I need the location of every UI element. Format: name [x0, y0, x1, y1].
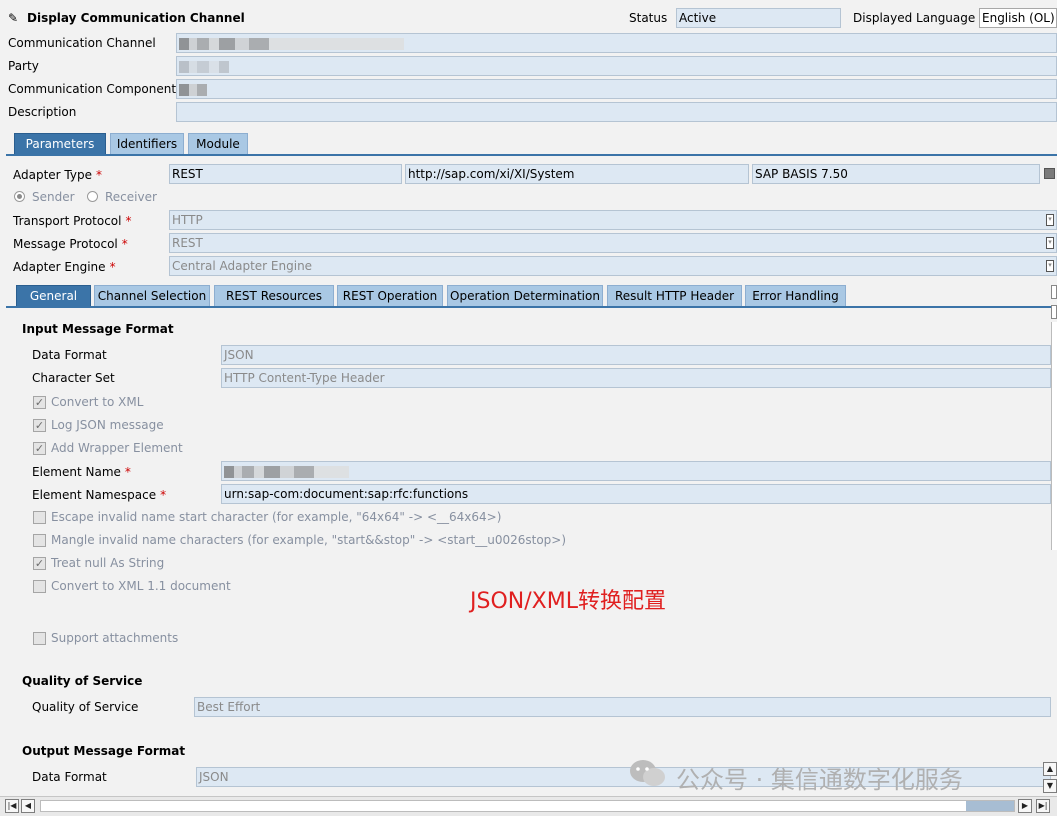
wechat-icon — [628, 758, 668, 790]
tab-channel-selection[interactable]: Channel Selection — [94, 285, 210, 306]
tab-parameters[interactable]: Parameters — [14, 133, 106, 154]
scroll-marker[interactable] — [1051, 305, 1057, 319]
mangle-invalid-label: Mangle invalid name characters (for exam… — [51, 533, 567, 547]
party-label: Party — [8, 59, 39, 73]
support-attachments-label: Support attachments — [51, 631, 179, 645]
scroll-right-icon[interactable]: ▶ — [1018, 799, 1032, 813]
pencil-icon: ✎ — [8, 11, 19, 25]
scroll-marker[interactable] — [1051, 285, 1057, 299]
scroll-track[interactable] — [40, 800, 1015, 812]
support-attachments-checkbox[interactable] — [33, 632, 46, 645]
page-title: Display Communication Channel — [27, 11, 245, 25]
party-field — [176, 56, 1057, 76]
character-set-label: Character Set — [32, 371, 115, 385]
sender-label: Sender — [32, 190, 75, 204]
watermark-text: 公众号 · 集信通数字化服务 — [676, 766, 963, 794]
status-field: Active — [676, 8, 841, 28]
element-name-field — [221, 461, 1051, 481]
tab-rest-resources[interactable]: REST Resources — [214, 285, 334, 306]
add-wrapper-label: Add Wrapper Element — [51, 441, 183, 455]
escape-invalid-checkbox[interactable] — [33, 511, 46, 524]
tab-module[interactable]: Module — [188, 133, 248, 154]
scroll-last-icon[interactable]: ▶| — [1036, 799, 1050, 813]
communication-channel-field — [176, 33, 1057, 53]
copy-icon[interactable] — [1044, 168, 1055, 179]
convert-to-xml-checkbox[interactable]: ✓ — [33, 396, 46, 409]
receiver-label: Receiver — [105, 190, 157, 204]
message-protocol-select[interactable]: REST ▾ — [169, 233, 1057, 253]
output-data-format-label: Data Format — [32, 770, 107, 784]
escape-invalid-label: Escape invalid name start character (for… — [51, 510, 502, 524]
convert-xml11-checkbox[interactable] — [33, 580, 46, 593]
adapter-type-field[interactable]: REST — [169, 164, 402, 184]
qos-label: Quality of Service — [32, 700, 139, 714]
language-label: Displayed Language — [853, 11, 976, 25]
element-namespace-label: Element Namespace * — [32, 488, 167, 502]
adapter-engine-label: Adapter Engine * — [13, 260, 116, 274]
communication-component-field — [176, 79, 1057, 99]
horizontal-scrollbar[interactable]: |◀ ◀ ▶ ▶| — [0, 796, 1057, 816]
scroll-up-icon[interactable]: ▲ — [1043, 762, 1057, 776]
tab-general[interactable]: General — [16, 285, 91, 306]
input-format-title: Input Message Format — [22, 322, 174, 336]
annotation-text: JSON/XML转换配置 — [470, 589, 666, 614]
communication-channel-label: Communication Channel — [8, 36, 156, 50]
element-namespace-field: urn:sap-com:document:sap:rfc:functions — [221, 484, 1051, 504]
description-label: Description — [8, 105, 77, 119]
adapter-type-label: Adapter Type * — [13, 168, 102, 182]
description-field — [176, 102, 1057, 122]
convert-to-xml-label: Convert to XML — [51, 395, 144, 409]
log-json-checkbox[interactable]: ✓ — [33, 419, 46, 432]
dropdown-icon[interactable]: ▾ — [1046, 260, 1054, 272]
status-label: Status — [629, 11, 668, 25]
adapter-swcv-field: SAP BASIS 7.50 — [752, 164, 1040, 184]
tab-operation-determination[interactable]: Operation Determination — [447, 285, 603, 306]
tab-error-handling[interactable]: Error Handling — [745, 285, 846, 306]
transport-protocol-select[interactable]: HTTP ▾ — [169, 210, 1057, 230]
element-name-label: Element Name * — [32, 465, 131, 479]
scroll-left-icon[interactable]: ◀ — [21, 799, 35, 813]
main-tabs-underline — [6, 154, 1057, 156]
convert-xml11-label: Convert to XML 1.1 document — [51, 579, 231, 593]
add-wrapper-checkbox[interactable]: ✓ — [33, 442, 46, 455]
dropdown-icon[interactable]: ▾ — [1046, 214, 1054, 226]
character-set-field: HTTP Content-Type Header — [221, 368, 1051, 388]
qos-field: Best Effort — [194, 697, 1051, 717]
tab-rest-operation[interactable]: REST Operation — [337, 285, 443, 306]
output-format-title: Output Message Format — [22, 744, 186, 758]
adapter-engine-select[interactable]: Central Adapter Engine ▾ — [169, 256, 1057, 276]
scroll-first-icon[interactable]: |◀ — [5, 799, 19, 813]
scroll-thumb[interactable] — [966, 801, 1014, 811]
sender-radio[interactable] — [14, 191, 25, 202]
log-json-label: Log JSON message — [51, 418, 164, 432]
tab-result-http-header[interactable]: Result HTTP Header — [607, 285, 742, 306]
adapter-namespace-field: http://sap.com/xi/XI/System — [405, 164, 749, 184]
dropdown-icon[interactable]: ▾ — [1046, 237, 1054, 249]
treat-null-label: Treat null As String — [51, 556, 165, 570]
communication-component-label: Communication Component — [8, 82, 177, 96]
tab-identifiers[interactable]: Identifiers — [110, 133, 184, 154]
vertical-scrollbar[interactable] — [1051, 322, 1057, 550]
message-protocol-label: Message Protocol * — [13, 237, 128, 251]
language-select[interactable]: English (OL) — [979, 8, 1057, 28]
data-format-label: Data Format — [32, 348, 107, 362]
sub-tabs-underline — [6, 306, 1051, 308]
treat-null-checkbox[interactable]: ✓ — [33, 557, 46, 570]
mangle-invalid-checkbox[interactable] — [33, 534, 46, 547]
data-format-field: JSON — [221, 345, 1051, 365]
qos-title: Quality of Service — [22, 674, 143, 688]
transport-protocol-label: Transport Protocol * — [13, 214, 132, 228]
receiver-radio[interactable] — [87, 191, 98, 202]
scroll-down-icon[interactable]: ▼ — [1043, 779, 1057, 793]
title-bar: ✎ Display Communication Channel Status A… — [0, 0, 1057, 36]
